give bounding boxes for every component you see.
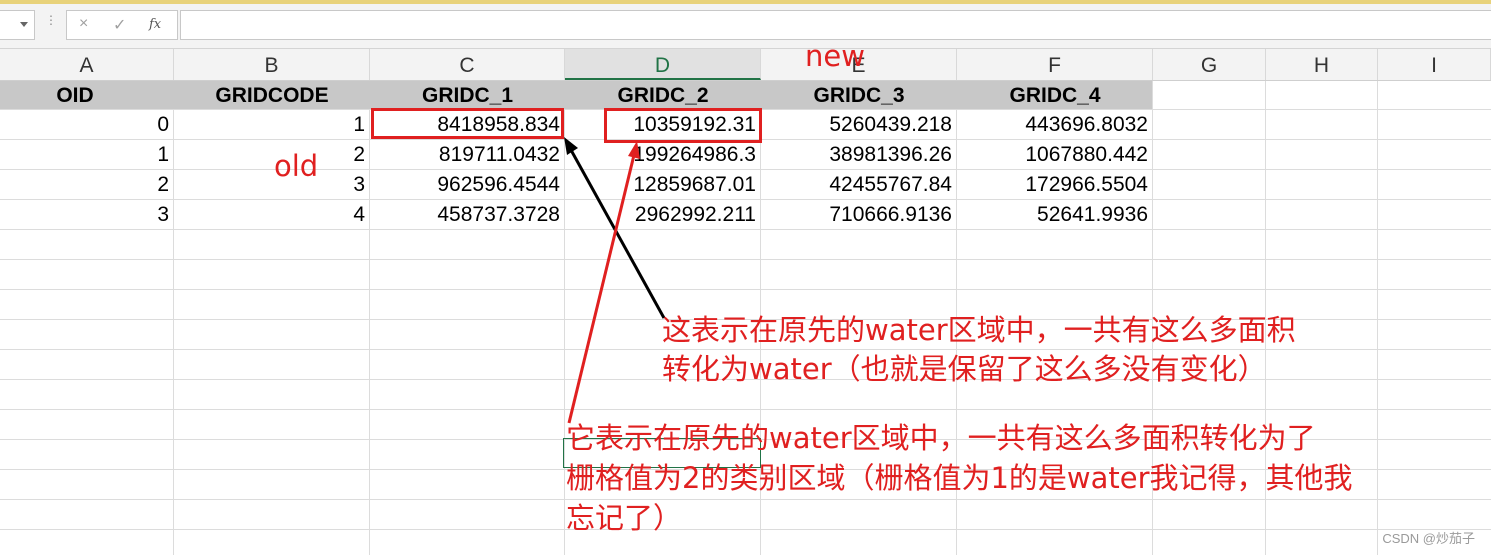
- annotation-new: new: [805, 39, 865, 73]
- annotation-note1-line1: 这表示在原先的water区域中，一共有这么多面积: [662, 313, 1296, 347]
- annotation-old: old: [274, 149, 319, 183]
- red-arrow-line: [567, 154, 636, 424]
- annotation-note2-line2: 栅格值为2的类别区域（栅格值为1的是water我记得，其他我: [566, 461, 1353, 495]
- black-arrow-head: [564, 137, 578, 155]
- red-arrow-head: [628, 141, 640, 159]
- black-arrow-line: [569, 149, 666, 319]
- annotation-note1-line2: 转化为water（也就是保留了这么多没有变化）: [662, 352, 1267, 386]
- annotation-note2-line3: 忘记了）: [566, 501, 683, 535]
- annotation-note2-line1: 它表示在原先的water区域中，一共有这么多面积转化为了: [566, 421, 1316, 455]
- watermark: CSDN @炒茄子: [1382, 531, 1475, 546]
